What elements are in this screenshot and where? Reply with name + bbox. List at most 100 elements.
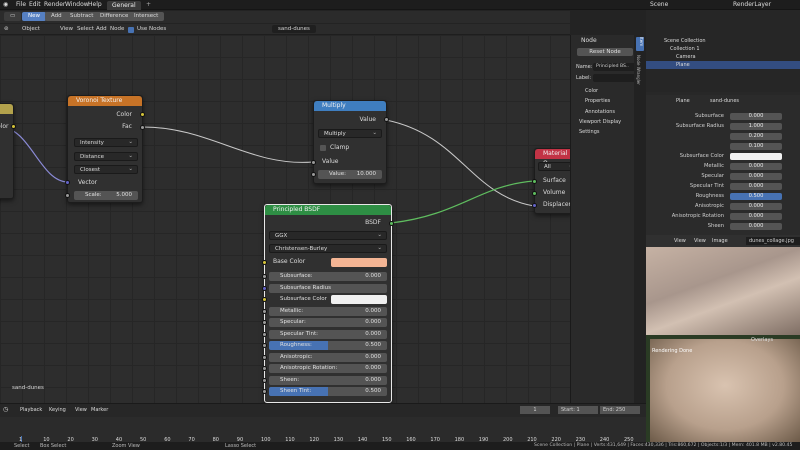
props-value-field[interactable]: 0.000: [730, 183, 782, 190]
volume-socket[interactable]: [532, 191, 537, 196]
material-output-node[interactable]: Material O All Surface Volume Displacem: [532, 148, 578, 214]
node-label-field[interactable]: [593, 74, 635, 82]
bsdf-input-socket[interactable]: [262, 320, 267, 325]
bsdf-input-row[interactable]: Subsurface Radius: [269, 283, 387, 293]
props-value-field[interactable]: 0.000: [730, 203, 782, 210]
bsdf-input-row[interactable]: Roughness: 0.500: [269, 341, 387, 350]
overlays-button[interactable]: Overlays: [751, 337, 773, 343]
blender-logo-icon[interactable]: ◉: [3, 1, 8, 8]
bsdf-output-socket[interactable]: [389, 221, 394, 226]
image-name-field[interactable]: dunes_collage.jpg: [746, 237, 800, 245]
partial-node[interactable]: olor: [0, 103, 16, 199]
bsdf-input-socket[interactable]: [262, 343, 267, 348]
bsdf-input-row[interactable]: Sheen: 0.000: [269, 375, 387, 385]
menu-view[interactable]: View: [60, 26, 73, 32]
bsdf-input-socket[interactable]: [262, 274, 267, 279]
image-menu-view[interactable]: View: [674, 238, 686, 244]
bsdf-input-socket[interactable]: [262, 389, 267, 394]
outliner-plane[interactable]: Plane: [676, 62, 690, 68]
new-button[interactable]: New: [22, 12, 46, 21]
principled-bsdf-node[interactable]: Principled BSDF BSDF GGX Christensen-Bur…: [262, 204, 394, 403]
use-nodes-checkbox[interactable]: [128, 27, 134, 33]
tab-item[interactable]: Item: [636, 37, 644, 51]
outliner-camera[interactable]: Camera: [676, 54, 696, 60]
voronoi-texture-node[interactable]: Voronoi Texture Color Fac Intensity Dist…: [65, 95, 145, 203]
image-menu-view2[interactable]: View: [694, 238, 706, 244]
props-subsurface-color[interactable]: [730, 153, 782, 160]
props-value-field[interactable]: 0.100: [730, 143, 782, 150]
voronoi-color-socket[interactable]: [140, 112, 145, 117]
timeline-menu-keying[interactable]: Keying: [49, 407, 66, 413]
bsdf-input-row[interactable]: Specular Tint: 0.000: [269, 329, 387, 339]
voronoi-coloring-dropdown[interactable]: Intensity: [74, 138, 138, 147]
multiply-value-field[interactable]: Value: 10.000: [318, 170, 382, 179]
intersect-button[interactable]: Intersect: [128, 12, 165, 21]
voronoi-distance-dropdown[interactable]: Distance: [74, 152, 138, 161]
bsdf-input-row[interactable]: Anisotropic: 0.000: [269, 352, 387, 362]
bsdf-input-row[interactable]: Anisotropic Rotation: 0.000: [269, 364, 387, 373]
distribution-dropdown[interactable]: GGX: [269, 231, 387, 240]
properties-section[interactable]: Properties: [585, 98, 610, 104]
add-workspace-icon[interactable]: +: [146, 1, 151, 8]
editor-type-icon[interactable]: ⊚: [4, 26, 9, 32]
multiply-value-socket[interactable]: [311, 172, 316, 177]
voronoi-scale-socket[interactable]: [65, 193, 70, 198]
material-selector[interactable]: sand-dunes: [272, 25, 316, 33]
menu-render[interactable]: Render: [44, 1, 65, 8]
voronoi-scale-field[interactable]: Scale: 5.000: [74, 191, 138, 200]
props-value-field[interactable]: 0.000: [730, 163, 782, 170]
props-value-field[interactable]: 0.000: [730, 223, 782, 230]
menu-select[interactable]: Select: [77, 26, 94, 32]
props-value-field[interactable]: 0.000: [730, 113, 782, 120]
bsdf-input-socket[interactable]: [262, 297, 267, 302]
select-mode-icon[interactable]: ▭: [4, 12, 22, 21]
base-color-swatch[interactable]: [331, 258, 387, 267]
multiply-node[interactable]: Multiply Value Multiply Clamp Value Valu…: [311, 100, 389, 184]
object-dropdown[interactable]: Object: [22, 26, 40, 32]
bsdf-input-row[interactable]: Subsurface Color: [269, 295, 387, 304]
workspace-tab-general[interactable]: General: [107, 1, 141, 10]
bsdf-input-socket[interactable]: [262, 331, 267, 337]
menu-window[interactable]: Window: [65, 1, 89, 8]
props-value-field[interactable]: 0.500: [730, 193, 782, 200]
timeline-menu-playback[interactable]: Playback: [20, 407, 42, 413]
menu-node[interactable]: Node: [110, 26, 124, 32]
bsdf-input-socket[interactable]: [262, 377, 267, 383]
node-editor-canvas[interactable]: olor Voronoi Texture Color Fac Intensity…: [0, 35, 578, 403]
bsdf-input-row[interactable]: Subsurface: 0.000: [269, 272, 387, 281]
outliner-selected-row[interactable]: [646, 61, 800, 69]
multiply-output-socket[interactable]: [384, 117, 389, 122]
outliner-collection[interactable]: Collection 1: [670, 46, 700, 52]
outliner-scene-collection[interactable]: Scene Collection: [664, 38, 706, 44]
color-toggle[interactable]: Color: [585, 88, 598, 94]
annotations-section[interactable]: Annotations: [585, 109, 615, 115]
current-frame-field[interactable]: 1: [520, 406, 550, 414]
reset-node-button[interactable]: Reset Node: [577, 48, 633, 56]
viewport-display-section[interactable]: Viewport Display: [579, 119, 621, 125]
clamp-checkbox[interactable]: [320, 145, 326, 151]
voronoi-vector-socket[interactable]: [65, 180, 70, 185]
menu-help[interactable]: Help: [88, 1, 102, 8]
timeline-menu-view[interactable]: View: [75, 407, 87, 413]
bsdf-input-row[interactable]: Metallic: 0.000: [269, 306, 387, 316]
base-color-socket[interactable]: [262, 260, 267, 265]
image-menu-image[interactable]: Image: [712, 238, 728, 244]
displacement-socket[interactable]: [532, 203, 537, 208]
timeline-menu-marker[interactable]: Marker: [91, 407, 108, 413]
props-material-name[interactable]: sand-dunes: [710, 98, 739, 104]
props-value-field[interactable]: 1.000: [730, 123, 782, 130]
bsdf-input-socket[interactable]: [262, 366, 267, 371]
partial-node-socket[interactable]: [11, 124, 16, 129]
voronoi-fac-socket[interactable]: [140, 125, 145, 130]
bsdf-input-row[interactable]: Specular: 0.000: [269, 318, 387, 327]
subsurface-method-dropdown[interactable]: Christensen-Burley: [269, 244, 387, 253]
props-value-field[interactable]: 0.000: [730, 213, 782, 220]
tab-node-wrangler[interactable]: Node Wrangler: [636, 55, 641, 85]
menu-edit[interactable]: Edit: [29, 1, 41, 8]
start-frame-field[interactable]: Start: 1: [558, 406, 598, 414]
menu-file[interactable]: File: [16, 1, 26, 8]
menu-add[interactable]: Add: [96, 26, 107, 32]
view-layer-label[interactable]: RenderLayer: [733, 1, 771, 8]
bsdf-input-socket[interactable]: [262, 285, 267, 291]
3d-viewport[interactable]: Rendering Done Overlays: [646, 335, 800, 442]
